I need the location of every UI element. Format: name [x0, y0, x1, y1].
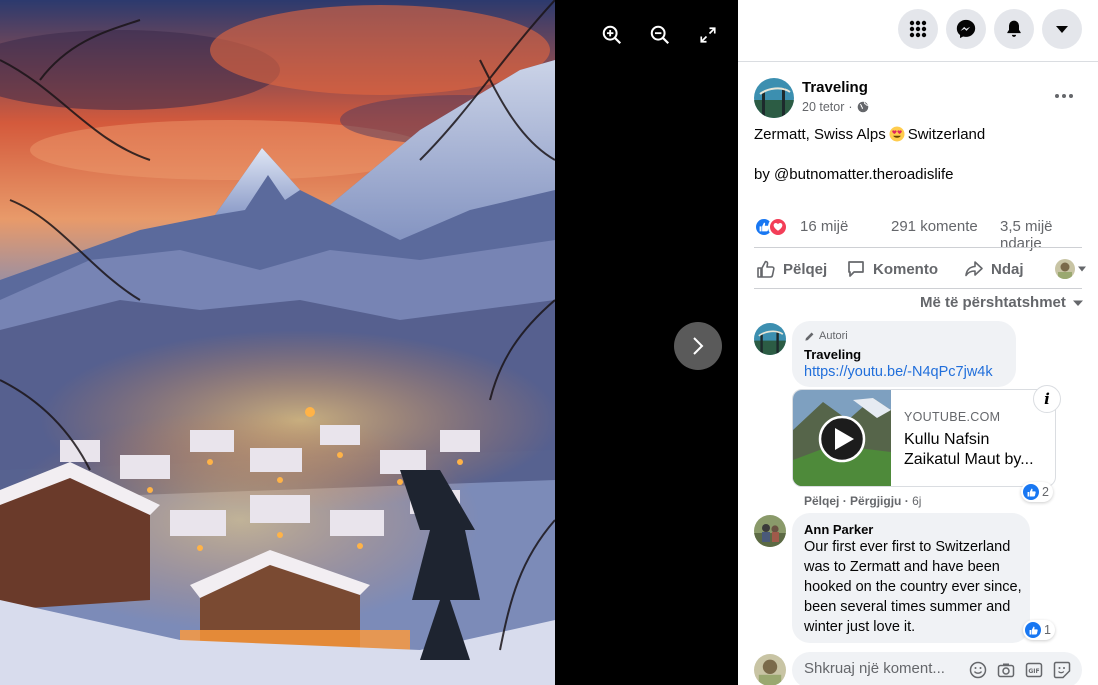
svg-text:GIF: GIF [1028, 668, 1039, 675]
link-info-button[interactable]: i [1033, 385, 1061, 413]
comment-time[interactable]: 6j [912, 494, 921, 508]
current-user-avatar [1055, 259, 1075, 279]
divider [754, 247, 1082, 248]
comment-button[interactable]: Komento [846, 251, 938, 287]
link-domain: YOUTUBE.COM [904, 410, 1001, 424]
notifications-button[interactable] [994, 9, 1034, 49]
photo-viewer [0, 0, 738, 685]
like-reaction-icon [1025, 622, 1041, 638]
fullscreen-button[interactable] [695, 22, 721, 48]
zoom-out-button[interactable] [647, 22, 673, 48]
react-as-selector[interactable] [1055, 251, 1087, 287]
gif-button[interactable]: GIF [1024, 660, 1044, 680]
top-bar [738, 0, 1098, 62]
video-thumbnail [793, 390, 891, 486]
comment-like-badge[interactable]: 1 [1023, 620, 1055, 640]
thumbs-up-icon [757, 260, 775, 278]
post-date[interactable]: 20 tetor [802, 100, 844, 114]
comment-reply-action[interactable]: Përgjigju [850, 494, 901, 508]
page-avatar[interactable] [754, 78, 794, 118]
reactions-summary: 16 mijë 291 komente 3,5 mijë ndarje [754, 216, 1082, 252]
post-text-line-1: Zermatt, Swiss Alps Switzerland [754, 125, 1084, 145]
comment-text: Our first ever first to Switzerland was … [804, 539, 1022, 635]
comment-label: Komento [873, 260, 938, 278]
author-badge-label: Autori [819, 330, 848, 342]
notifications-bell-icon [1007, 20, 1021, 37]
photo-illustration [0, 0, 555, 685]
post-options-button[interactable] [1052, 86, 1076, 106]
divider [754, 288, 1082, 289]
post-side-panel: Traveling 20 tetor · Zermatt, Swiss Alps… [738, 0, 1098, 685]
menu-grid-icon [909, 20, 927, 38]
zoom-in-icon [602, 25, 622, 45]
comment-sort-filter[interactable]: Më të përshtatshmet [920, 294, 1084, 311]
messenger-icon [956, 19, 976, 39]
reaction-icons[interactable] [754, 217, 788, 237]
love-reaction-icon [768, 217, 788, 237]
fullscreen-icon [700, 27, 716, 43]
commenter-avatar[interactable] [754, 323, 786, 355]
link-title: Kullu Nafsin Zaikatul Maut by... [904, 431, 1034, 468]
comment-sort-label: Më të përshtatshmet [920, 294, 1066, 311]
menu-button[interactable] [898, 9, 938, 49]
current-user-avatar [754, 654, 786, 685]
comment-actions: Pëlqej · Përgjigju · 6j [804, 494, 922, 508]
comment-input[interactable] [804, 660, 954, 677]
sticker-icon [1053, 661, 1071, 679]
comment-like-count: 1 [1044, 623, 1051, 637]
comment-like-action[interactable]: Pëlqej [804, 494, 839, 508]
meta-separator: · [848, 100, 853, 114]
post-location: Zermatt, Swiss Alps [754, 126, 886, 143]
post-meta: 20 tetor · [802, 100, 869, 114]
post-credit: by @butnomatter.theroadislife [754, 166, 954, 183]
share-label: Ndaj [991, 260, 1024, 278]
emoji-button[interactable] [968, 660, 988, 680]
next-photo-button[interactable] [674, 322, 722, 370]
like-label: Pëlqej [783, 260, 828, 278]
youtube-link-preview[interactable]: YOUTUBE.COM Kullu Nafsin Zaikatul Maut b… [792, 389, 1056, 487]
comment-composer: GIF [792, 652, 1082, 685]
pencil-icon [805, 332, 814, 341]
account-button[interactable] [1042, 9, 1082, 49]
comment-author-name[interactable]: Traveling [804, 347, 861, 362]
page-avatar-image [754, 78, 794, 118]
caret-down-icon [1078, 266, 1086, 272]
comments-count[interactable]: 291 komente [891, 218, 978, 235]
post-actions: Pëlqej Komento Ndaj [754, 251, 1086, 287]
comment-like-count: 2 [1042, 485, 1049, 499]
globe-icon [857, 101, 868, 113]
info-icon: i [1044, 390, 1050, 408]
photo-attach-button[interactable] [996, 660, 1016, 680]
comment-bubble: Autori Traveling https://youtu.be/-N4qPc… [792, 321, 1016, 387]
gif-icon: GIF [1025, 662, 1043, 678]
messenger-button[interactable] [946, 9, 986, 49]
like-button[interactable]: Pëlqej [756, 251, 827, 287]
post-photo[interactable] [0, 0, 555, 685]
commenter-avatar[interactable] [754, 515, 786, 547]
camera-icon [997, 663, 1015, 678]
zoom-out-icon [650, 25, 670, 45]
chevron-right-icon [693, 337, 704, 355]
post-text: Zermatt, Swiss Alps Switzerland by @butno… [754, 125, 1084, 185]
post-country: Switzerland [907, 126, 986, 143]
emoji-icon [969, 661, 987, 679]
author-badge: Autori [804, 330, 848, 342]
caret-down-icon [1072, 300, 1083, 306]
reaction-count[interactable]: 16 mijë [800, 218, 848, 235]
heart-eyes-emoji [889, 126, 905, 142]
share-button[interactable]: Ndaj [964, 251, 1024, 287]
comment-like-badge[interactable]: 2 [1021, 482, 1053, 502]
more-horizontal-icon [1055, 94, 1073, 98]
sticker-button[interactable] [1052, 660, 1072, 680]
comment-link[interactable]: https://youtu.be/-N4qPc7jw4k [804, 362, 993, 382]
comment-bubble: Ann Parker Our first ever first to Switz… [792, 513, 1030, 643]
like-reaction-icon [1023, 484, 1039, 500]
share-arrow-icon [965, 261, 983, 277]
post-author[interactable]: Traveling [802, 79, 868, 96]
comment-author-name[interactable]: Ann Parker [804, 522, 873, 537]
comment-icon [848, 261, 864, 277]
zoom-in-button[interactable] [599, 22, 625, 48]
account-caret-icon [1056, 26, 1068, 33]
